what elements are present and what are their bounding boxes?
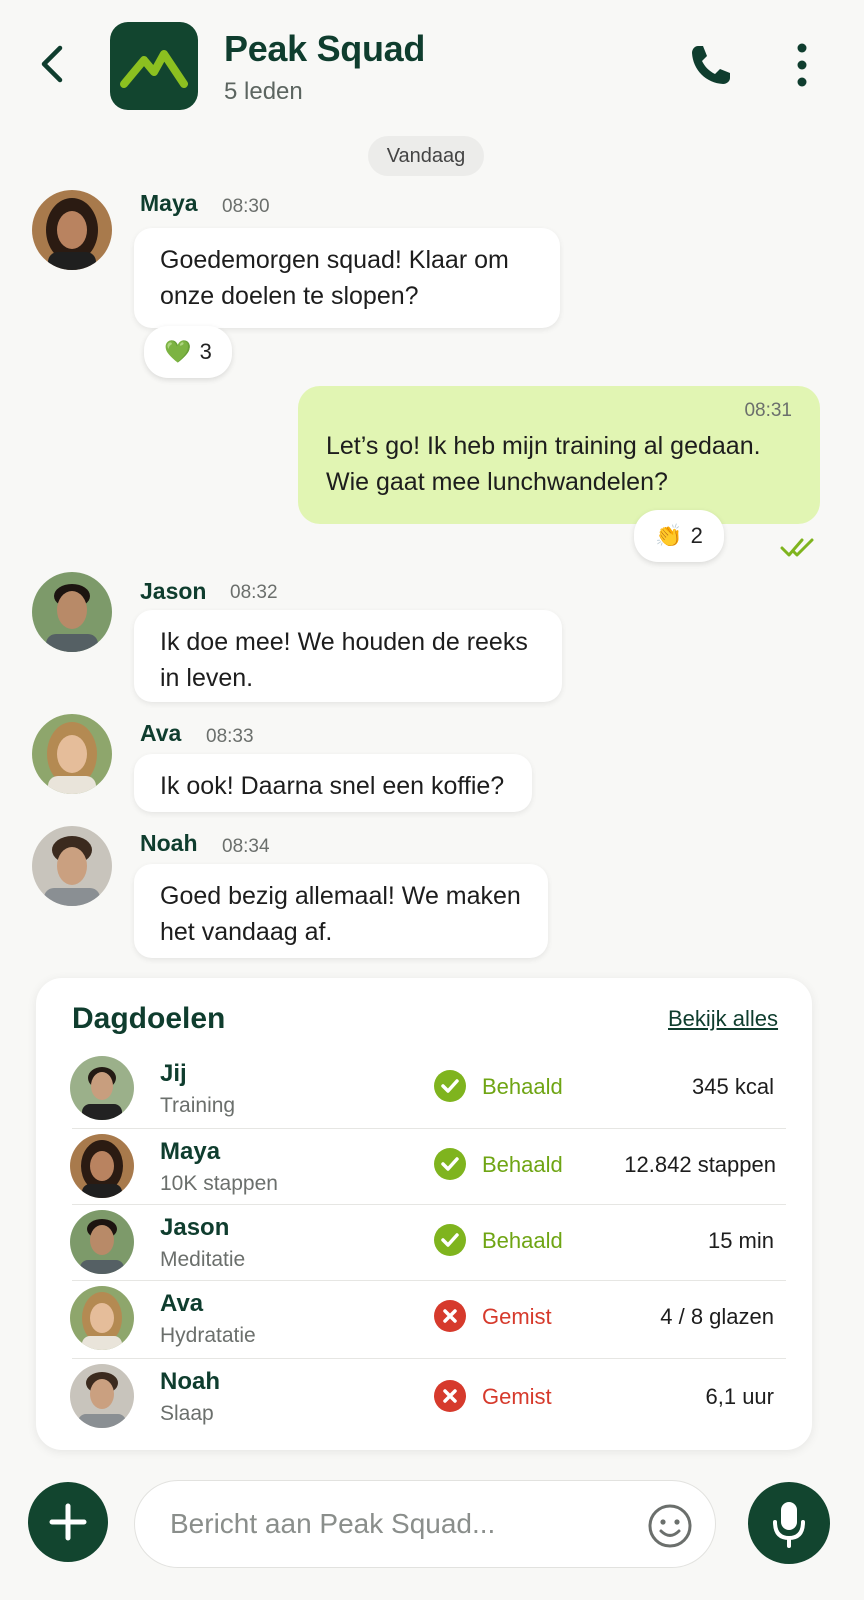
row-name: Maya: [160, 1138, 221, 1165]
message-time: 08:30: [222, 196, 270, 217]
voice-message-button[interactable]: [748, 1482, 830, 1564]
avatar-noah[interactable]: [32, 826, 112, 906]
microphone-icon: [773, 1502, 805, 1548]
avatar-you[interactable]: [70, 1056, 134, 1120]
double-check-icon: [780, 538, 814, 557]
sender-name[interactable]: Jason: [140, 578, 206, 605]
row-goal: Hydratatie: [160, 1324, 256, 1347]
row-divider: [72, 1280, 786, 1281]
avatar-ava[interactable]: [32, 714, 112, 794]
row-goal: Slaap: [160, 1402, 214, 1425]
message-input-placeholder[interactable]: Bericht aan Peak Squad...: [170, 1508, 495, 1540]
status-label: Behaald: [482, 1228, 563, 1253]
more-vertical-icon[interactable]: [792, 40, 812, 90]
x-circle-icon: [434, 1300, 466, 1332]
row-goal: 10K stappen: [160, 1172, 278, 1195]
row-divider: [72, 1128, 786, 1129]
avatar-noah[interactable]: [70, 1364, 134, 1428]
status-label: Gemist: [482, 1384, 552, 1409]
goal-metric: 6,1 uur: [705, 1384, 775, 1409]
row-name: Jason: [160, 1214, 230, 1241]
avatar-jason[interactable]: [70, 1210, 134, 1274]
goal-metric: 4 / 8 glazen: [660, 1304, 774, 1329]
status-label: Gemist: [482, 1304, 552, 1329]
avatar-jason[interactable]: [32, 572, 112, 652]
reaction-count: 2: [690, 523, 703, 548]
status-label: Behaald: [482, 1074, 563, 1099]
message-time: 08:34: [222, 836, 270, 857]
reaction-chip[interactable]: 💚 3: [144, 326, 232, 378]
phone-icon[interactable]: [686, 40, 736, 90]
row-name: Noah: [160, 1368, 220, 1395]
goal-metric: 345 kcal: [692, 1074, 774, 1099]
check-circle-icon: [434, 1070, 466, 1102]
sender-name[interactable]: Ava: [140, 720, 181, 747]
message-time: 08:32: [230, 582, 278, 603]
goal-metric: 12.842 stappen: [624, 1152, 776, 1177]
row-name: Ava: [160, 1290, 204, 1317]
row-goal: Training: [160, 1094, 236, 1117]
smiley-icon[interactable]: [646, 1502, 694, 1550]
chat-title[interactable]: Peak Squad: [224, 28, 425, 70]
mountain-icon: [120, 50, 188, 88]
avatar-maya[interactable]: [32, 190, 112, 270]
check-circle-icon: [434, 1148, 466, 1180]
avatar-ava[interactable]: [70, 1286, 134, 1350]
reaction-count: 3: [199, 339, 212, 364]
message-time: 08:31: [744, 400, 792, 421]
check-circle-icon: [434, 1224, 466, 1256]
green-heart-icon: 💚: [164, 339, 192, 364]
message-text: Let’s go! Ik heb mijn training al gedaan…: [326, 432, 761, 496]
message-bubble[interactable]: Ik doe mee! We houden de reeks in leven.: [134, 610, 562, 702]
sender-name[interactable]: Noah: [140, 830, 198, 857]
clapping-hands-icon: 👏: [655, 523, 683, 548]
avatar-maya[interactable]: [70, 1134, 134, 1198]
attach-button[interactable]: [28, 1482, 108, 1562]
status-label: Behaald: [482, 1152, 563, 1177]
row-name: Jij: [160, 1060, 187, 1087]
group-logo[interactable]: [110, 22, 198, 110]
message-bubble[interactable]: Goedemorgen squad! Klaar om onze doelen …: [134, 228, 560, 328]
row-divider: [72, 1358, 786, 1359]
message-bubble[interactable]: Ik ook! Daarna snel een koffie?: [134, 754, 532, 812]
member-count: 5 leden: [224, 78, 303, 105]
row-goal: Meditatie: [160, 1248, 246, 1271]
view-all-link[interactable]: Bekijk alles: [668, 1006, 778, 1032]
message-bubble[interactable]: Goed bezig allemaal! We maken het vandaa…: [134, 864, 548, 958]
goal-metric: 15 min: [707, 1228, 774, 1253]
outgoing-message-bubble[interactable]: 08:31 Let’s go! Ik heb mijn training al …: [298, 386, 820, 524]
message-time: 08:33: [206, 726, 254, 747]
sender-name[interactable]: Maya: [140, 190, 198, 217]
row-divider: [72, 1204, 786, 1205]
plus-icon: [49, 1503, 87, 1541]
daily-goals-card: [36, 978, 812, 1450]
card-title: Dagdoelen: [72, 1002, 226, 1035]
date-separator: Vandaag: [368, 136, 484, 176]
reaction-chip[interactable]: 👏 2: [634, 510, 724, 562]
x-circle-icon: [434, 1380, 466, 1412]
back-chevron-icon[interactable]: [34, 42, 70, 86]
